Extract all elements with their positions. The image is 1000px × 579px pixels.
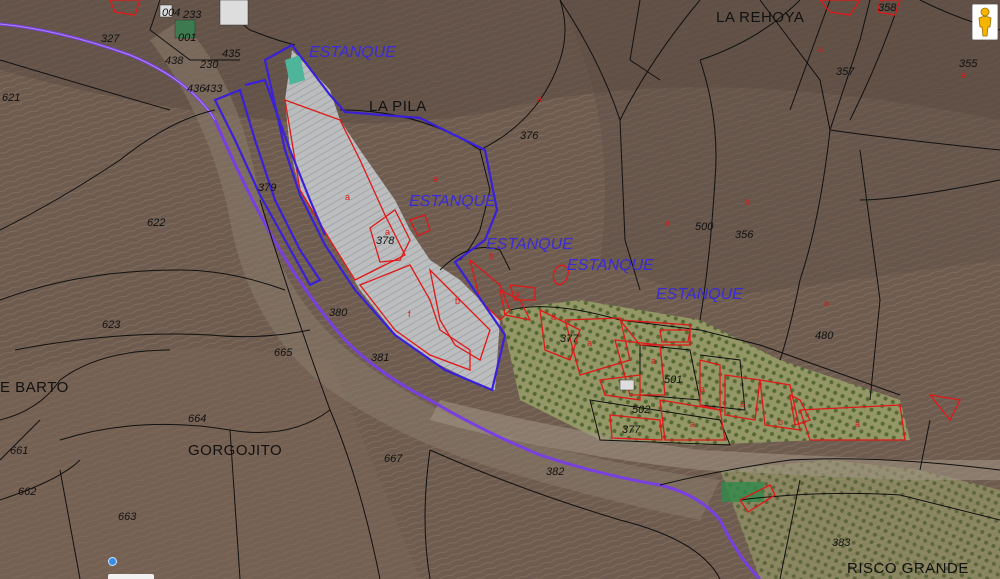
subparcel-letter: f	[408, 309, 411, 319]
parcel-number: 433	[204, 83, 223, 95]
parcel-number: 327	[101, 33, 120, 45]
parcel-number: 380	[329, 307, 348, 319]
parcel-number: 621	[2, 92, 21, 104]
parcel-number: 356	[735, 229, 754, 241]
place-name-e-barto: E BARTO	[0, 379, 69, 396]
map-background	[0, 0, 1000, 579]
subparcel-letter: a	[345, 192, 351, 202]
place-name-gorgojito: GORGOJITO	[188, 442, 283, 459]
subparcel-letter: a	[818, 44, 824, 54]
subparcel-letter: a	[537, 94, 543, 104]
parcel-number: 378	[376, 235, 395, 247]
pond-label: ESTANQUE	[409, 193, 496, 210]
pegman-icon[interactable]	[972, 4, 998, 40]
parcel-number: 357	[836, 66, 855, 78]
subparcel-letter: a	[855, 419, 861, 429]
subparcel-letter: b	[455, 296, 461, 306]
subparcel-letter: a	[515, 289, 521, 299]
parcel-number: 667	[384, 453, 403, 465]
parcel-number: 230	[200, 59, 219, 71]
pond-label: ESTANQUE	[486, 236, 573, 253]
subparcel-letter: a	[433, 174, 439, 184]
parcel-number: 622	[147, 217, 166, 229]
subparcel-letter: a	[824, 298, 830, 308]
parcel-number: 661	[10, 445, 29, 457]
subparcel-letter: a	[665, 218, 671, 228]
subparcel-letter: a	[551, 312, 557, 322]
parcel-number: 438	[165, 55, 184, 67]
parcel-number: 377	[560, 333, 579, 345]
location-dot-icon	[108, 557, 117, 566]
subparcel-letter: b	[778, 417, 784, 427]
parcel-number: 377	[622, 424, 641, 436]
parcel-number: 436	[187, 83, 206, 95]
parcel-number: 355	[959, 58, 978, 70]
parcel-number: 001	[178, 32, 197, 44]
parcel-number: 382	[546, 466, 565, 478]
subparcel-letter: a	[740, 399, 746, 409]
subparcel-letter: b	[489, 251, 495, 261]
subparcel-letter: a	[651, 356, 657, 366]
parcel-number: 358	[878, 2, 897, 14]
bottom-control-edge[interactable]	[108, 574, 154, 579]
place-name-la-rehoya: LA REHOYA	[716, 9, 805, 26]
parcel-number: 379	[258, 182, 277, 194]
parcel-number: 663	[118, 511, 137, 523]
parcel-number: 500	[695, 221, 714, 233]
subparcel-letter: a	[587, 338, 593, 348]
subparcel-letter: a	[961, 70, 967, 80]
subparcel-letter: a	[385, 227, 391, 237]
cadastral-map[interactable]: LA REHOYA LA PILA E BARTO GORGOJITO RISC…	[0, 0, 1000, 579]
parcel-number: 501	[664, 374, 683, 386]
parcel-number: 383	[832, 537, 851, 549]
parcel-number: 376	[520, 130, 539, 142]
pond-label: ESTANQUE	[567, 257, 654, 274]
subparcel-letter: a	[690, 419, 696, 429]
subparcel-letter: a	[700, 384, 706, 394]
parcel-number: 233	[183, 9, 202, 21]
pond-label: ESTANQUE	[309, 44, 396, 61]
parcel-number: 004	[162, 7, 181, 19]
place-name-risco-grande: RISCO GRANDE	[847, 560, 969, 577]
parcel-number: 665	[274, 347, 293, 359]
parcel-number: 381	[371, 352, 390, 364]
place-name-la-pila: LA PILA	[369, 98, 427, 115]
parcel-number: 435	[222, 48, 241, 60]
parcel-number: 480	[815, 330, 834, 342]
parcel-number: 623	[102, 319, 121, 331]
parcel-number: 664	[188, 413, 207, 425]
pond-label: ESTANQUE	[656, 286, 743, 303]
parcel-number: 662	[18, 486, 37, 498]
subparcel-letter: b	[745, 197, 751, 207]
parcel-number: 502	[632, 404, 651, 416]
